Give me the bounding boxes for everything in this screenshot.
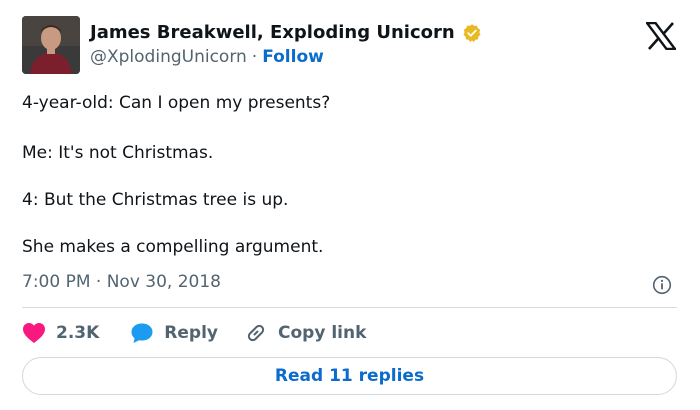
handle-separator: ·	[251, 47, 258, 67]
like-count: 2.3K	[56, 323, 100, 343]
author-display-name[interactable]: James Breakwell, Exploding Unicorn	[90, 22, 455, 43]
avatar[interactable]	[22, 16, 80, 74]
like-button[interactable]: 2.3K	[22, 322, 99, 344]
divider	[22, 307, 677, 308]
reply-button[interactable]: Reply	[130, 322, 218, 344]
tweet-actions: 2.3K Reply Copy link	[22, 320, 366, 346]
reply-label: Reply	[164, 323, 218, 343]
tweet-line: 4-year-old: Can I open my presents?	[22, 93, 331, 113]
tweet-line: She makes a compelling argument.	[22, 237, 324, 257]
info-icon[interactable]	[652, 275, 672, 295]
tweet-line: Me: It's not Christmas.	[22, 143, 214, 163]
follow-link[interactable]: Follow	[262, 47, 324, 67]
copy-link-label: Copy link	[278, 323, 367, 343]
read-replies-button[interactable]: Read 11 replies	[22, 357, 677, 395]
reply-bubble-icon	[130, 322, 154, 344]
link-icon	[244, 321, 268, 345]
verified-badge-icon	[462, 23, 482, 43]
tweet-timestamp[interactable]: 7:00 PM · Nov 30, 2018	[22, 272, 221, 292]
author-handle[interactable]: @XplodingUnicorn	[90, 47, 247, 67]
heart-icon	[22, 322, 46, 344]
copy-link-button[interactable]: Copy link	[244, 321, 366, 345]
tweet-line: 4: But the Christmas tree is up.	[22, 190, 289, 210]
author-name-row: James Breakwell, Exploding Unicorn	[90, 22, 482, 43]
read-replies-label: Read 11 replies	[274, 366, 425, 386]
x-logo-icon[interactable]	[644, 21, 678, 51]
author-handle-row: @XplodingUnicorn · Follow	[90, 47, 324, 67]
